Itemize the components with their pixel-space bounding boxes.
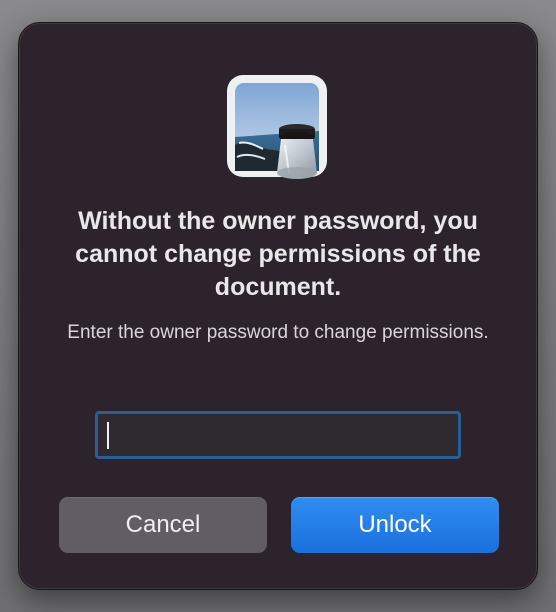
unlock-button[interactable]: Unlock — [291, 497, 499, 553]
dialog-message: Enter the owner password to change permi… — [67, 322, 489, 343]
permissions-password-dialog: Without the owner password, you cannot c… — [18, 22, 538, 590]
preview-app-icon — [227, 75, 327, 179]
text-cursor — [107, 422, 109, 449]
owner-password-field[interactable] — [95, 411, 461, 459]
cancel-button[interactable]: Cancel — [59, 497, 267, 553]
dialog-title: Without the owner password, you cannot c… — [75, 207, 481, 301]
